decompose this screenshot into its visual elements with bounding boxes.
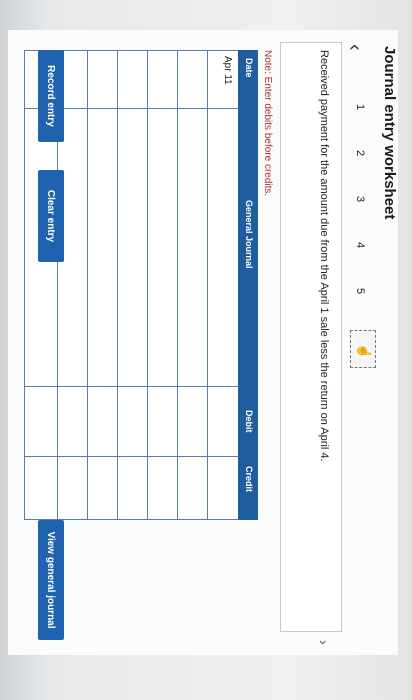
table-header: Date General Journal Debit Credit <box>238 50 258 520</box>
step-tab-5[interactable]: 5 <box>354 268 366 314</box>
step-tab-1[interactable]: 1 <box>354 84 366 130</box>
view-general-journal-button[interactable]: View general journal <box>38 520 64 640</box>
column-divider <box>24 456 238 457</box>
transaction-description: Received payment for the amount due from… <box>318 50 330 462</box>
next-step-icon[interactable]: › <box>316 640 332 645</box>
row-divider <box>207 50 208 520</box>
page-title: Journal entry worksheet <box>381 46 398 220</box>
row-divider <box>117 50 118 520</box>
debit-credit-note: Note: Enter debits before credits. <box>262 50 273 197</box>
step-tabs: 1 2 3 4 5 6 <box>354 84 366 360</box>
header-debit: Debit <box>244 410 254 433</box>
step-tab-4[interactable]: 4 <box>354 222 366 268</box>
row-divider <box>147 50 148 520</box>
column-divider <box>24 386 238 387</box>
screen: Journal entry worksheet ‹ 1 2 3 4 5 6 ☝ … <box>0 0 412 700</box>
description-box <box>280 42 342 632</box>
header-date: Date <box>244 58 254 78</box>
row-divider <box>87 50 88 520</box>
row-divider <box>177 50 178 520</box>
header-general-journal: General Journal <box>244 200 254 269</box>
header-credit: Credit <box>244 466 254 493</box>
prev-step-icon[interactable]: ‹ <box>343 44 366 51</box>
record-entry-button[interactable]: Record entry <box>38 50 64 142</box>
clear-entry-button[interactable]: Clear entry <box>38 170 64 262</box>
row-1-date: Apr 11 <box>222 56 233 85</box>
step-tab-2[interactable]: 2 <box>354 130 366 176</box>
hand-pointer-icon[interactable]: ☝ <box>356 343 372 359</box>
step-tab-3[interactable]: 3 <box>354 176 366 222</box>
row-divider <box>24 50 25 520</box>
rotated-stage: Journal entry worksheet ‹ 1 2 3 4 5 6 ☝ … <box>0 0 412 700</box>
